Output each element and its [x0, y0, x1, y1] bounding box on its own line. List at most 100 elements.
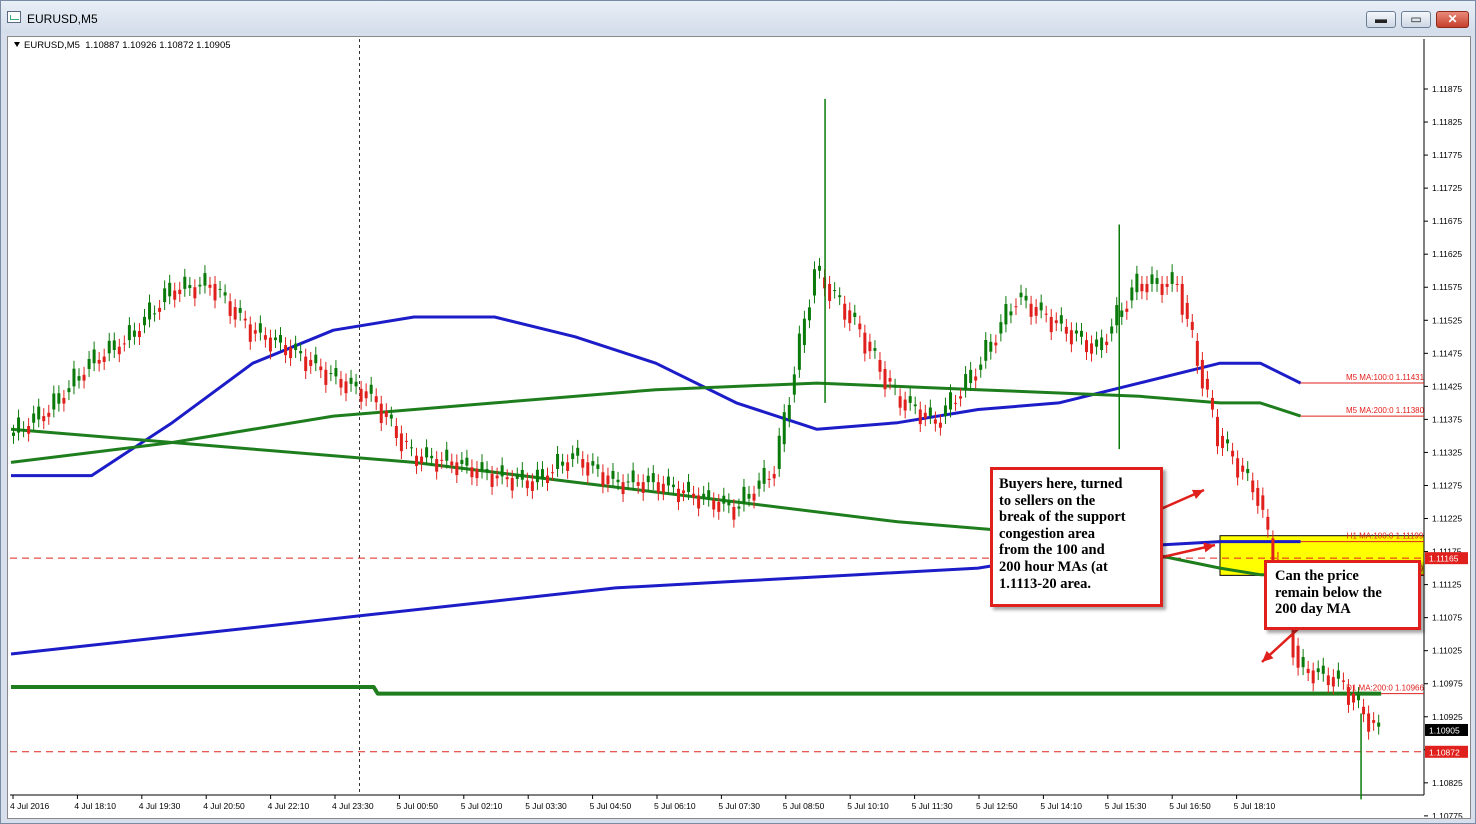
candle-body — [354, 381, 358, 387]
candle-body — [1367, 713, 1371, 732]
candle-body — [148, 302, 152, 320]
candle-body — [47, 412, 51, 417]
y-tick-label: 1.11375 — [1432, 414, 1462, 424]
candle-body — [475, 468, 479, 479]
candle-body — [248, 324, 252, 342]
candle-body — [1140, 283, 1144, 292]
dropdown-triangle-icon[interactable] — [14, 42, 20, 47]
candle-body — [12, 432, 16, 436]
candle-body — [510, 478, 514, 491]
candle-body — [1246, 468, 1250, 474]
candle-body — [1296, 645, 1300, 668]
candle-body — [193, 287, 197, 299]
candle-body — [676, 488, 680, 503]
candle-body — [581, 459, 585, 468]
candle-body — [1160, 283, 1164, 295]
y-tick-label: 1.11225 — [1432, 514, 1462, 524]
candle-body — [1321, 665, 1325, 674]
candle-body — [1301, 657, 1305, 668]
candle-body — [853, 312, 857, 317]
candle-body — [948, 392, 952, 410]
candle-body — [117, 346, 121, 355]
x-tick-label: 5 Jul 04:50 — [590, 801, 632, 811]
candle-body — [1351, 693, 1355, 703]
candle-body — [1049, 316, 1053, 333]
candle-body — [807, 307, 811, 321]
chart-area[interactable]: M5 MA:100:0 1.11431 M5 MA:200:0 1.11380 H1… — [7, 36, 1471, 819]
candle-body — [228, 301, 232, 316]
y-tick-label: 1.11075 — [1432, 613, 1462, 623]
candle-body — [530, 481, 534, 491]
price-chart[interactable]: M5 MA:100:0 1.11431 M5 MA:200:0 1.11380 H1… — [8, 37, 1470, 818]
candle-body — [334, 368, 338, 377]
candle-body — [873, 348, 877, 351]
candle-body — [964, 374, 968, 390]
candle-body — [1341, 680, 1345, 682]
close-button[interactable]: ✕ — [1436, 11, 1469, 28]
candle-body — [87, 358, 91, 370]
candle-body — [636, 482, 640, 486]
candle-body — [1039, 302, 1043, 311]
bid-price-tag: 1.11165 — [1429, 554, 1459, 564]
candle-body — [1059, 315, 1063, 324]
candle-body — [561, 461, 565, 466]
candle-body — [1019, 292, 1023, 298]
y-tick-label: 1.11575 — [1432, 282, 1462, 292]
candle-body — [782, 412, 786, 445]
candle-body — [626, 481, 630, 483]
x-tick-label: 5 Jul 18:10 — [1234, 801, 1276, 811]
candle-body — [1085, 340, 1089, 353]
candle-body — [359, 388, 363, 402]
candle-body — [142, 316, 146, 326]
candle-body — [1195, 340, 1199, 366]
minimize-button[interactable]: ▬ — [1366, 11, 1396, 28]
x-tick-label: 5 Jul 08:50 — [783, 801, 825, 811]
annotation-line: break of the support — [999, 509, 1126, 526]
maximize-button[interactable]: ▭ — [1401, 11, 1431, 28]
candle-body — [646, 475, 650, 483]
candle-body — [1256, 487, 1260, 506]
y-tick-label: 1.11775 — [1432, 150, 1462, 160]
candle-body — [1004, 304, 1008, 325]
candle-body — [369, 384, 373, 394]
candle-body — [415, 455, 419, 466]
candle-body — [747, 493, 751, 499]
candle-body — [762, 467, 766, 484]
candle-body — [833, 290, 837, 292]
candle-body — [1362, 706, 1366, 715]
annotation-buyers: Buyers here, turned to sellers on the br… — [990, 467, 1163, 607]
candle-body — [52, 393, 56, 410]
candle-body — [1306, 668, 1310, 674]
candle-body — [858, 323, 862, 330]
candle-body — [606, 475, 610, 485]
candle-body — [309, 359, 313, 366]
candle-body — [22, 429, 26, 431]
candle-body — [888, 378, 892, 382]
y-tick-label: 1.10975 — [1432, 679, 1463, 689]
candle-body — [515, 475, 519, 479]
candle-body — [374, 396, 378, 403]
candle-body — [1236, 458, 1240, 478]
candle-body — [1014, 306, 1018, 308]
candle-body — [62, 397, 66, 404]
title-bar[interactable]: EURUSD,M5 ▬ ▭ ✕ — [1, 1, 1475, 33]
candle-body — [324, 369, 328, 385]
candle-body — [586, 462, 590, 476]
candle-body — [651, 473, 655, 483]
x-tick-label: 5 Jul 00:50 — [396, 801, 438, 811]
candle-body — [500, 465, 504, 477]
candle-body — [1125, 308, 1129, 312]
candle-body — [132, 330, 136, 337]
candle-body — [1180, 283, 1184, 315]
candle-body — [379, 403, 383, 424]
candle-body — [661, 483, 665, 493]
x-tick-label: 5 Jul 11:30 — [912, 801, 953, 811]
candle-body — [994, 342, 998, 346]
candle-body — [127, 325, 131, 341]
y-tick-label: 1.10825 — [1432, 778, 1463, 788]
symbol-name: EURUSD,M5 — [24, 40, 80, 51]
current-price-tag: 1.10905 — [1429, 725, 1460, 735]
candle-body — [520, 469, 524, 480]
y-tick-label: 1.11625 — [1432, 249, 1462, 259]
candle-body — [671, 484, 675, 488]
